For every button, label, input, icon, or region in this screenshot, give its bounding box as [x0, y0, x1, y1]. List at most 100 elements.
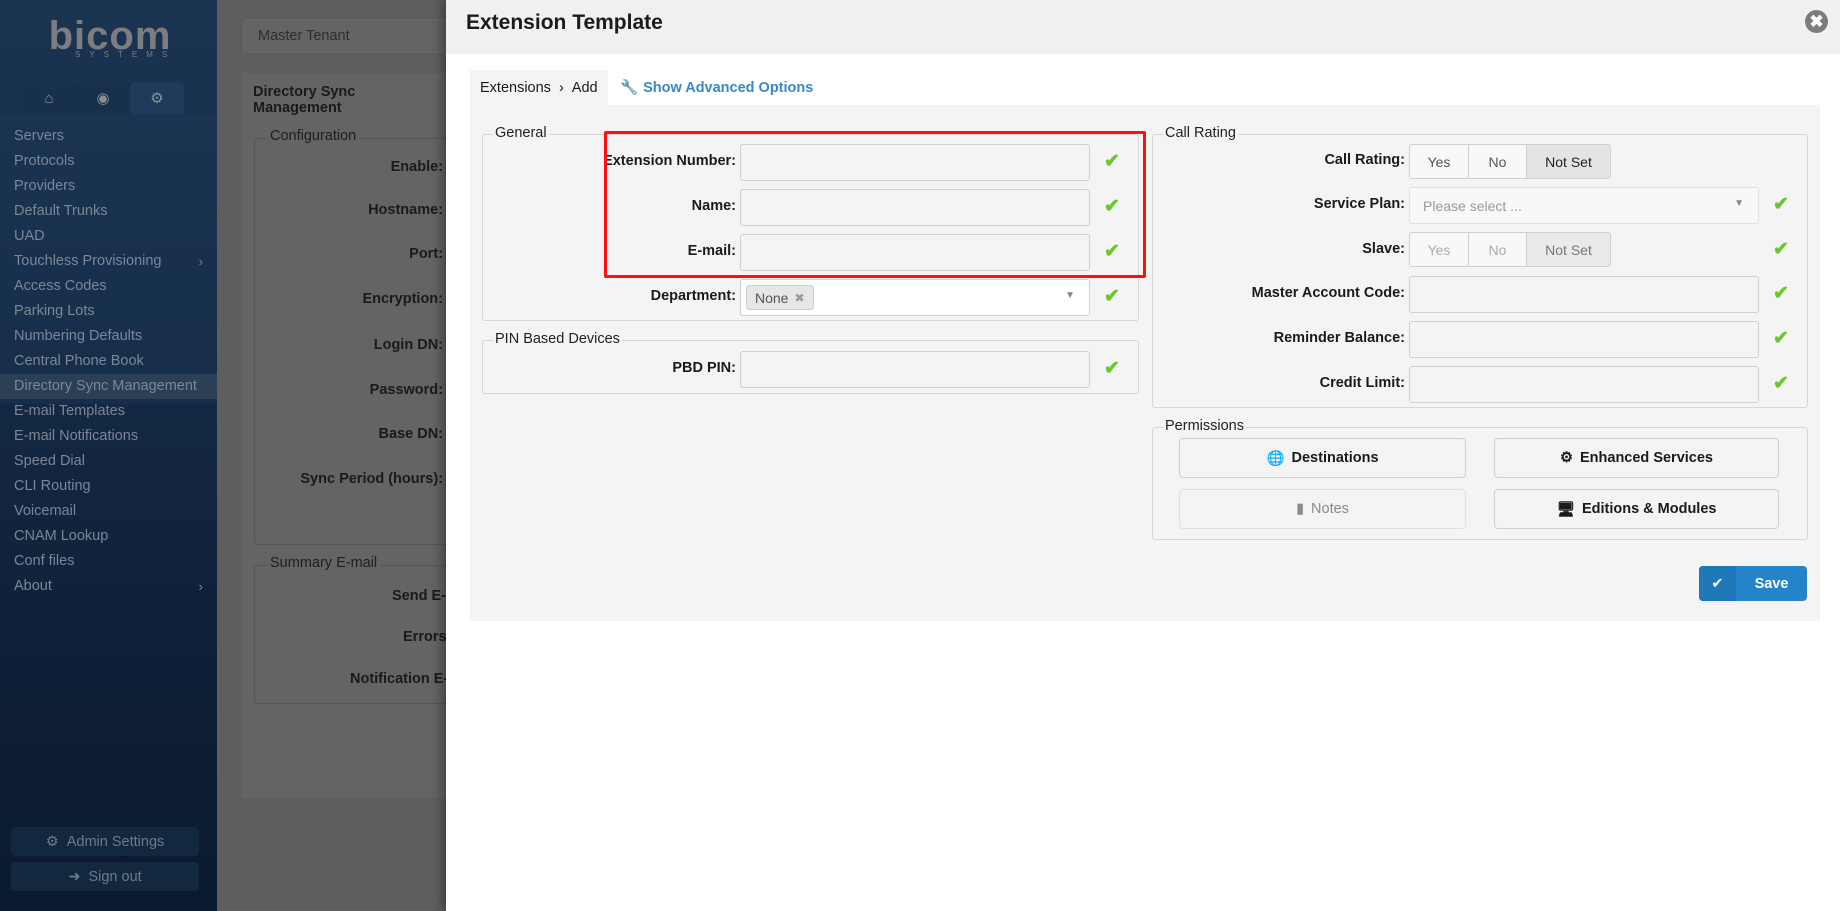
sidebar-item-label: UAD	[14, 228, 45, 244]
master-account-code-input[interactable]	[1409, 276, 1759, 313]
valid-check-icon: ✔	[1773, 373, 1789, 394]
editions-modules-button[interactable]: 🖥 Editions & Modules	[1494, 489, 1779, 529]
sidebar-item[interactable]: Touchless Provisioning ›	[0, 249, 217, 274]
sidebar-item-label: Parking Lots	[14, 303, 95, 319]
sidebar-item[interactable]: Numbering Defaults	[0, 324, 217, 349]
close-icon[interactable]: ✖	[1805, 10, 1828, 33]
sidebar-item-label: Providers	[14, 178, 76, 194]
note-icon: ▮	[1296, 501, 1305, 517]
master-account-code-label: Master Account Code:	[1251, 285, 1405, 301]
breadcrumb-extensions[interactable]: Extensions	[480, 80, 551, 96]
sidebar-item-label: Access Codes	[14, 278, 107, 294]
slave-not-set[interactable]: Not Set	[1527, 233, 1610, 266]
sidebar-item[interactable]: UAD	[0, 224, 217, 249]
slave-toggle: Yes No Not Set	[1409, 232, 1611, 267]
config-label: Login DN:	[373, 337, 443, 353]
breadcrumb-add: Add	[571, 79, 598, 96]
pbd-pin-input[interactable]	[740, 351, 1090, 388]
settings-icon[interactable]: ⚙	[130, 82, 184, 114]
valid-check-icon: ✔	[1104, 286, 1120, 307]
pbd-pin-label: PBD PIN:	[672, 360, 736, 376]
gears-icon: ⚙	[45, 833, 59, 850]
sign-out-button[interactable]: ➜ Sign out	[11, 862, 199, 891]
home-icon[interactable]: ⌂	[22, 82, 76, 114]
sidebar-item-label: Touchless Provisioning	[14, 253, 162, 269]
sidebar-tabs: ⌂ ◉ ⚙	[22, 82, 184, 114]
service-plan-select[interactable]: Please select ... ▼	[1409, 187, 1759, 224]
config-label: Password:	[369, 382, 443, 398]
call-rating-label: Call Rating:	[1324, 152, 1405, 168]
sidebar-item[interactable]: About ›	[0, 574, 217, 599]
sidebar-item[interactable]: Protocols	[0, 149, 217, 174]
sidebar-item[interactable]: E-mail Notifications	[0, 424, 217, 449]
sidebar-item[interactable]: Default Trunks	[0, 199, 217, 224]
dropdown-caret-icon: ▼	[1734, 198, 1744, 209]
slave-label: Slave:	[1362, 241, 1405, 257]
config-label: Enable:	[390, 159, 443, 175]
sidebar-item[interactable]: Speed Dial	[0, 449, 217, 474]
tenant-selector[interactable]: Master Tenant	[243, 19, 446, 53]
sidebar-item-label: CNAM Lookup	[14, 528, 109, 544]
destinations-button[interactable]: 🌐 Destinations	[1179, 438, 1466, 478]
sidebar-item[interactable]: Directory Sync Management	[0, 374, 217, 399]
save-button[interactable]: ✔ Save	[1699, 566, 1807, 601]
admin-settings-button[interactable]: ⚙ Admin Settings	[11, 827, 199, 856]
call-rating-no[interactable]: No	[1469, 145, 1527, 178]
valid-check-icon: ✔	[1773, 239, 1789, 260]
credit-limit-input[interactable]	[1409, 366, 1759, 403]
sidebar-item[interactable]: CNAM Lookup	[0, 524, 217, 549]
sidebar-item-label: Protocols	[14, 153, 75, 169]
remove-tag-icon[interactable]: ✖	[794, 291, 804, 305]
service-plan-label: Service Plan:	[1313, 196, 1405, 212]
globe-icon: 🌐	[1266, 450, 1285, 467]
sidebar-item[interactable]: CLI Routing	[0, 474, 217, 499]
summary-label: Notification E-mail	[350, 671, 446, 687]
notes-label: Notes	[1311, 501, 1349, 517]
sidebar-item-label: Servers	[14, 128, 64, 144]
config-label: Hostname:	[368, 202, 443, 218]
summary-legend: Summary E-mail	[267, 555, 381, 571]
config-label: Port:	[409, 246, 443, 262]
background-page: Master Tenant Directory Sync Management …	[217, 0, 446, 911]
sign-out-label: Sign out	[88, 868, 142, 885]
sidebar-item-label: CLI Routing	[14, 478, 91, 494]
valid-check-icon: ✔	[1773, 194, 1789, 215]
highlight-box	[604, 131, 1146, 278]
sidebar-item[interactable]: Access Codes	[0, 274, 217, 299]
slave-no[interactable]: No	[1469, 233, 1527, 266]
call-rating-not-set[interactable]: Not Set	[1527, 145, 1610, 178]
enhanced-services-button[interactable]: ⚙ Enhanced Services	[1494, 438, 1779, 478]
panel-title: Directory Sync Management	[253, 84, 356, 116]
department-select[interactable]: None ✖ ▼	[740, 279, 1090, 316]
slave-yes[interactable]: Yes	[1410, 233, 1469, 266]
call-rating-toggle: Yes No Not Set	[1409, 144, 1611, 179]
destinations-label: Destinations	[1291, 450, 1379, 466]
sign-out-icon: ➜	[68, 868, 81, 885]
show-advanced-options-link[interactable]: 🔧 Show Advanced Options	[620, 70, 813, 105]
sidebar-item-label: Speed Dial	[14, 453, 85, 469]
sidebar-item[interactable]: Voicemail	[0, 499, 217, 524]
breadcrumb: Extensions › Add	[470, 70, 608, 105]
support-icon[interactable]: ◉	[76, 82, 130, 114]
sidebar-item[interactable]: Providers	[0, 174, 217, 199]
sidebar-item[interactable]: Central Phone Book	[0, 349, 217, 374]
chevron-right-icon: ›	[198, 254, 203, 269]
valid-check-icon: ✔	[1104, 358, 1120, 379]
department-value: None	[755, 289, 789, 306]
reminder-balance-input[interactable]	[1409, 321, 1759, 358]
department-tag: None ✖	[746, 285, 814, 310]
summary-label: Errors only	[403, 629, 446, 645]
sidebar-item-label: About	[14, 578, 52, 594]
summary-label: Send E-mail	[392, 588, 446, 604]
sidebar-item[interactable]: E-mail Templates	[0, 399, 217, 424]
sidebar-item[interactable]: Servers	[0, 124, 217, 149]
monitor-icon: 🖥	[1556, 501, 1575, 518]
service-plan-placeholder: Please select ...	[1423, 198, 1522, 214]
sidebar-item[interactable]: Parking Lots	[0, 299, 217, 324]
extension-template-modal: Extension Template ✖ Extensions › Add 🔧 S…	[446, 0, 1840, 911]
editions-modules-label: Editions & Modules	[1581, 501, 1717, 517]
sidebar-item[interactable]: Conf files	[0, 549, 217, 574]
sidebar: bicom SYSTEMS ⌂ ◉ ⚙ Servers Protocols Prov…	[0, 0, 217, 911]
call-rating-yes[interactable]: Yes	[1410, 145, 1469, 178]
chevron-right-icon: ›	[558, 79, 564, 96]
